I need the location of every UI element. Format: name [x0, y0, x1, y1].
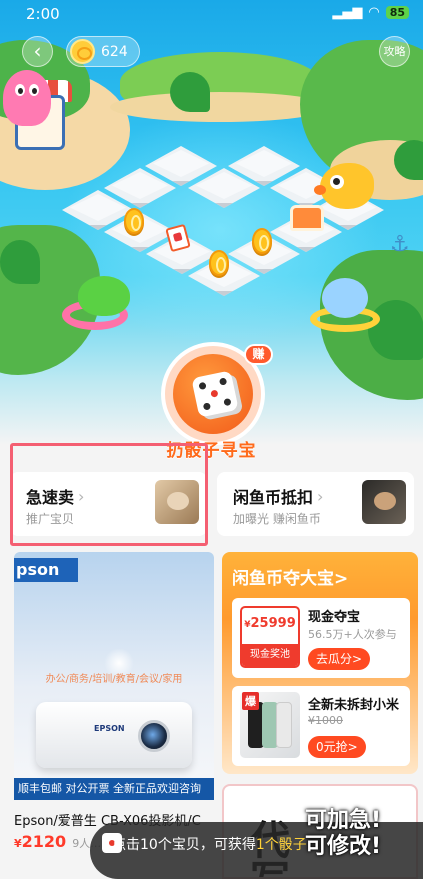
coin-deduct-thumbnail [362, 480, 406, 524]
quick-sell-subtitle: 推广宝贝 [26, 512, 75, 526]
coin-treasure-panel[interactable]: 闲鱼币夺大宝> ¥25999 现金奖池 现金夺宝 56.5万+人次参与 去瓜分>… [222, 552, 418, 774]
ticket-amount: 25999 [250, 616, 296, 631]
quick-sell-card[interactable]: 急速卖 › 推广宝贝 [10, 472, 207, 536]
chevron-right-icon: › [78, 486, 85, 506]
price: ¥2120 [14, 832, 66, 851]
hint-highlight: 1个骰子 [255, 837, 307, 853]
ticket-label: 现金奖池 [242, 644, 298, 666]
split-button[interactable]: 去瓜分> [308, 648, 371, 670]
quick-sell-thumbnail [155, 480, 199, 524]
roll-dice-label[interactable]: 扔骰子寻宝 [0, 436, 423, 461]
status-bar: 2:00 ▂▄▆ ◠ 85 [0, 0, 423, 30]
coin-balance-pill[interactable]: 624 [66, 36, 140, 67]
projector-lens [138, 720, 170, 752]
treasure-game-board: ⚓ 2:00 ▂▄▆ ◠ 85 ‹ 624 攻略 赚 [0, 0, 423, 445]
quick-sell-label: 急速卖 [26, 488, 75, 507]
promo-strip: 顺丰包邮 对公开票 全新正品欢迎咨询 [14, 778, 214, 800]
projector-logo: EPSON [94, 724, 125, 733]
chevron-right-icon: › [317, 486, 324, 506]
dice-button-face [173, 354, 253, 434]
overlay-tip-line1: 可加急! [305, 808, 382, 833]
item-title: 现金夺宝 [308, 610, 361, 625]
overlay-tip: 可加急! 可修改! [305, 808, 415, 860]
product-uses: 办公/商务/培训/教育/会议/家用 [45, 674, 183, 685]
original-price: ¥1000 [308, 714, 343, 727]
signal-icon: ▂▄▆ [332, 5, 363, 20]
coin-icon [124, 208, 144, 234]
coin-deduct-title: 闲鱼币抵扣 › [233, 484, 323, 508]
brand-tag: pson [14, 558, 78, 582]
price-value: 2120 [21, 832, 67, 851]
coin-icon [209, 250, 229, 276]
coin-icon [70, 39, 95, 64]
dice-icon [191, 370, 239, 418]
guide-button[interactable]: 攻略 [379, 36, 410, 67]
coin-count: 624 [101, 43, 128, 60]
pufferfish-mascot [322, 278, 368, 318]
item-subtitle: 56.5万+人次参与 [308, 628, 397, 641]
treasure-chest-icon [290, 205, 324, 231]
quick-sell-title: 急速卖 › [26, 484, 84, 508]
phone-white [276, 702, 292, 748]
coin-deduct-card[interactable]: 闲鱼币抵扣 › 加曝光 赚闲鱼币 [217, 472, 414, 536]
crab-mascot [78, 276, 130, 316]
anchor-icon: ⚓ [390, 232, 410, 257]
hint-toast-text: 点击10个宝贝，可获得1个骰子 [112, 834, 307, 854]
battery-icon: 85 [385, 6, 409, 19]
earn-badge: 赚 [244, 344, 273, 365]
cash-ticket-image: ¥25999 现金奖池 [240, 606, 300, 668]
status-icons: ▂▄▆ ◠ 85 [332, 5, 409, 20]
status-time: 2:00 [26, 5, 60, 23]
projector-image: EPSON [36, 702, 192, 768]
wifi-icon: ◠ [368, 5, 380, 20]
fish-mascot [314, 163, 374, 209]
hint-prefix: 点击10个宝贝，可获得 [112, 837, 256, 853]
coin-deduct-subtitle: 加曝光 赚闲鱼币 [233, 512, 321, 526]
back-button[interactable]: ‹ [22, 36, 53, 67]
hot-badge: 爆 [242, 692, 259, 710]
cash-treasure-item[interactable]: ¥25999 现金奖池 现金夺宝 56.5万+人次参与 去瓜分> [232, 598, 410, 678]
panel-title: 闲鱼币夺大宝> [232, 564, 348, 589]
grab-free-button[interactable]: 0元抢> [308, 736, 366, 758]
overlay-tip-line2: 可修改! [305, 834, 382, 859]
item-title: 全新未拆封小米 [308, 698, 400, 713]
coin-deduct-label: 闲鱼币抵扣 [233, 488, 314, 507]
panel-title-text: 闲鱼币夺大宝 [232, 569, 334, 589]
coin-icon [252, 228, 272, 254]
price-row: ¥2120 9人… [14, 832, 101, 851]
phone-image: 爆 [240, 692, 300, 758]
product-image: pson 办公/商务/培训/教育/会议/家用 EPSON 顺丰包邮 对公开票 全… [14, 552, 214, 800]
ticket-value: ¥25999 [242, 616, 298, 631]
chevron-left-icon: ‹ [33, 39, 42, 63]
quick-actions: 急速卖 › 推广宝贝 闲鱼币抵扣 › 加曝光 赚闲鱼币 [10, 472, 414, 538]
currency-symbol: ¥ [14, 837, 22, 850]
chevron-right-icon: > [334, 569, 349, 589]
xiaomi-phone-item[interactable]: 爆 全新未拆封小米 ¥1000 0元抢> [232, 686, 410, 766]
